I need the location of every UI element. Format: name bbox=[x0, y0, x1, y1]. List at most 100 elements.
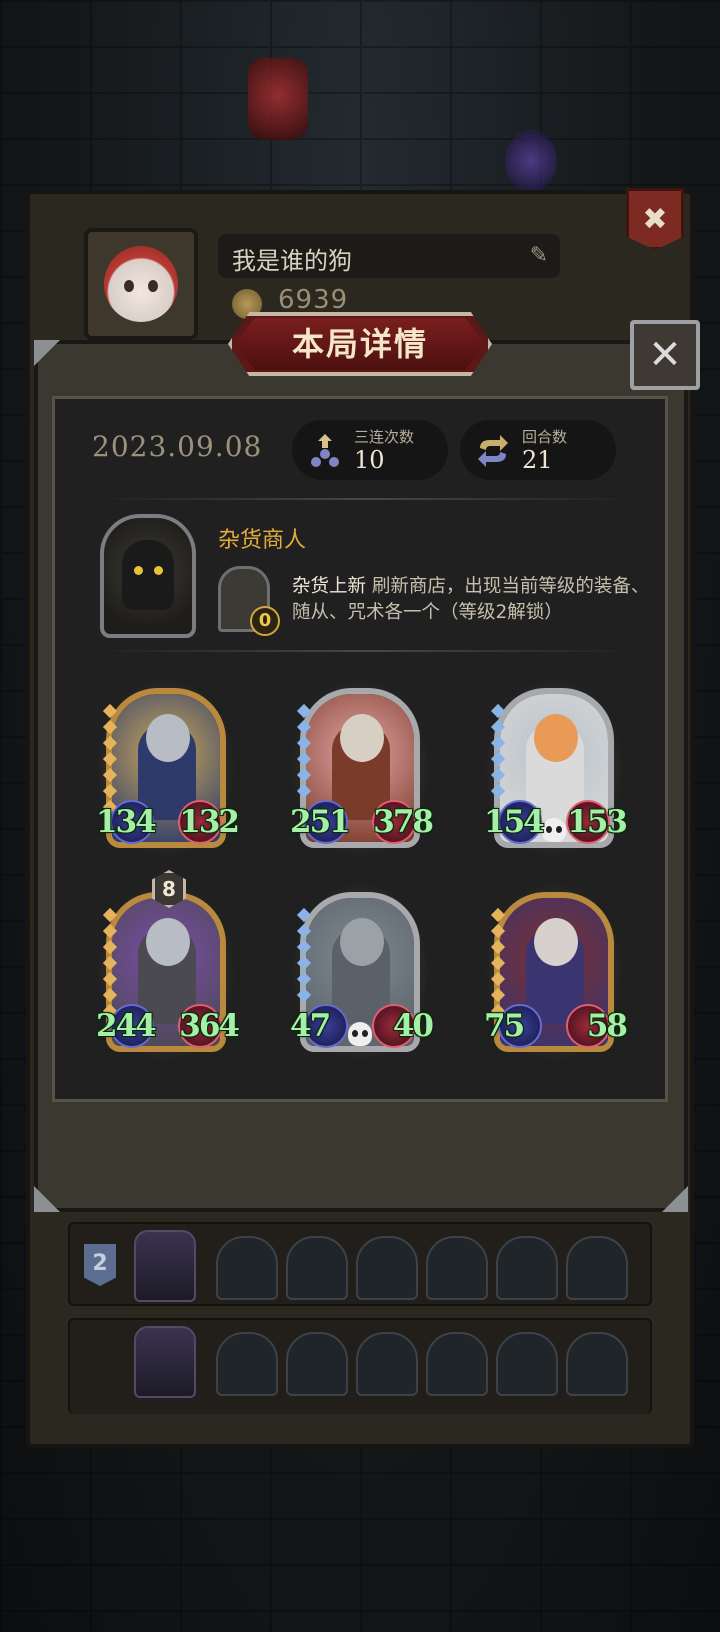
merchant-portrait[interactable] bbox=[100, 514, 196, 638]
lineup-unit bbox=[426, 1236, 488, 1300]
unit-card[interactable]: 154 153 bbox=[484, 678, 628, 858]
star-pip bbox=[490, 719, 506, 735]
star-pip bbox=[102, 703, 118, 719]
star-pip bbox=[490, 987, 506, 1003]
unit-attack: 75 bbox=[484, 1008, 525, 1044]
star-pip bbox=[102, 923, 118, 939]
star-pip bbox=[296, 923, 312, 939]
lineup-unit bbox=[566, 1332, 628, 1396]
unit-attack: 134 bbox=[96, 804, 157, 840]
unit-head bbox=[146, 918, 190, 966]
unit-health: 40 bbox=[392, 1008, 434, 1044]
star-pip bbox=[296, 703, 312, 719]
match-date: 2023.09.08 bbox=[92, 430, 263, 463]
profile-name: 我是谁的狗 bbox=[232, 247, 352, 275]
cat-eye bbox=[154, 566, 163, 575]
merchant-name: 杂货商人 bbox=[218, 528, 307, 553]
star-pip bbox=[296, 971, 312, 987]
star-rating bbox=[102, 703, 118, 818]
star-pip bbox=[102, 719, 118, 735]
star-pip bbox=[296, 735, 312, 751]
star-rating bbox=[296, 703, 312, 802]
star-pip bbox=[102, 767, 118, 783]
unit-head bbox=[340, 918, 384, 966]
lineup-hero bbox=[134, 1230, 196, 1302]
dialog-title: 本局详情 bbox=[291, 325, 428, 363]
avatar[interactable] bbox=[84, 228, 198, 340]
avatar-eye bbox=[124, 280, 134, 292]
star-pip bbox=[490, 971, 506, 987]
triples-stat: 三连次数 10 bbox=[292, 420, 448, 480]
star-pip bbox=[296, 907, 312, 923]
star-pip bbox=[102, 939, 118, 955]
pencil-icon[interactable]: ✎ bbox=[530, 243, 548, 268]
star-pip bbox=[490, 735, 506, 751]
close-icon: ✕ bbox=[648, 332, 682, 378]
unit-card[interactable]: 8 244 364 bbox=[96, 870, 240, 1062]
unit-head bbox=[146, 714, 190, 762]
divider bbox=[96, 650, 636, 652]
lineup-row[interactable] bbox=[68, 1318, 652, 1414]
close-icon: ✖ bbox=[642, 201, 668, 237]
coin-value: 6939 bbox=[278, 285, 349, 315]
rounds-stat: 回合数 21 bbox=[460, 420, 616, 480]
skull-icon bbox=[542, 818, 566, 842]
star-pip bbox=[296, 719, 312, 735]
close-button[interactable]: ✕ bbox=[630, 320, 700, 390]
unit-card[interactable]: 75 58 bbox=[484, 882, 628, 1062]
star-pip bbox=[296, 751, 312, 767]
star-pip bbox=[490, 783, 506, 799]
star-rating bbox=[490, 703, 506, 802]
unit-health: 153 bbox=[567, 804, 628, 840]
star-pip bbox=[490, 751, 506, 767]
lineup-unit bbox=[286, 1236, 348, 1300]
lineup-row[interactable]: 2 bbox=[68, 1222, 652, 1306]
cat-eye bbox=[134, 566, 143, 575]
star-pip bbox=[296, 987, 312, 1003]
corner-ornament bbox=[34, 1186, 60, 1212]
lineup-hero bbox=[134, 1326, 196, 1398]
star-pip bbox=[102, 971, 118, 987]
unit-head bbox=[340, 714, 384, 762]
star-pip bbox=[490, 907, 506, 923]
star-pip bbox=[296, 955, 312, 971]
star-pip bbox=[296, 767, 312, 783]
avatar-eye bbox=[148, 280, 158, 292]
triples-value: 10 bbox=[354, 446, 385, 474]
unit-head bbox=[534, 918, 578, 966]
skill-name: 杂货上新 bbox=[292, 576, 367, 597]
unit-attack: 154 bbox=[484, 804, 545, 840]
divider bbox=[96, 498, 636, 500]
star-pip bbox=[490, 955, 506, 971]
unit-health: 364 bbox=[179, 1008, 240, 1044]
star-pip bbox=[296, 783, 312, 799]
lineup-unit bbox=[356, 1236, 418, 1300]
rank-badge: 2 bbox=[84, 1244, 116, 1286]
unit-card[interactable]: 134 132 bbox=[96, 678, 240, 858]
lineup-unit bbox=[496, 1332, 558, 1396]
skill-cost: 0 bbox=[250, 606, 280, 636]
star-pip bbox=[490, 939, 506, 955]
unit-attack: 47 bbox=[290, 1008, 331, 1044]
potion-decoration bbox=[505, 130, 557, 192]
cat-merchant-icon bbox=[122, 540, 174, 610]
corner-ornament bbox=[662, 1186, 688, 1212]
lineup-unit bbox=[216, 1332, 278, 1396]
lantern-decoration bbox=[248, 58, 308, 140]
star-rating bbox=[102, 907, 118, 1022]
star-pip bbox=[490, 703, 506, 719]
unit-card[interactable]: 251 378 bbox=[290, 678, 434, 858]
avatar-face bbox=[104, 246, 178, 322]
star-pip bbox=[102, 955, 118, 971]
rounds-label: 回合数 bbox=[522, 428, 568, 446]
unit-card[interactable]: 47 40 bbox=[290, 882, 434, 1062]
unit-attack: 251 bbox=[290, 804, 351, 840]
star-rating bbox=[296, 907, 312, 1006]
unit-health: 378 bbox=[373, 804, 434, 840]
star-rating bbox=[490, 907, 506, 1022]
star-pip bbox=[296, 939, 312, 955]
profile-name-field[interactable]: 我是谁的狗 ✎ bbox=[218, 234, 560, 278]
star-pip bbox=[102, 735, 118, 751]
unit-health: 58 bbox=[586, 1008, 628, 1044]
star-pip bbox=[490, 767, 506, 783]
